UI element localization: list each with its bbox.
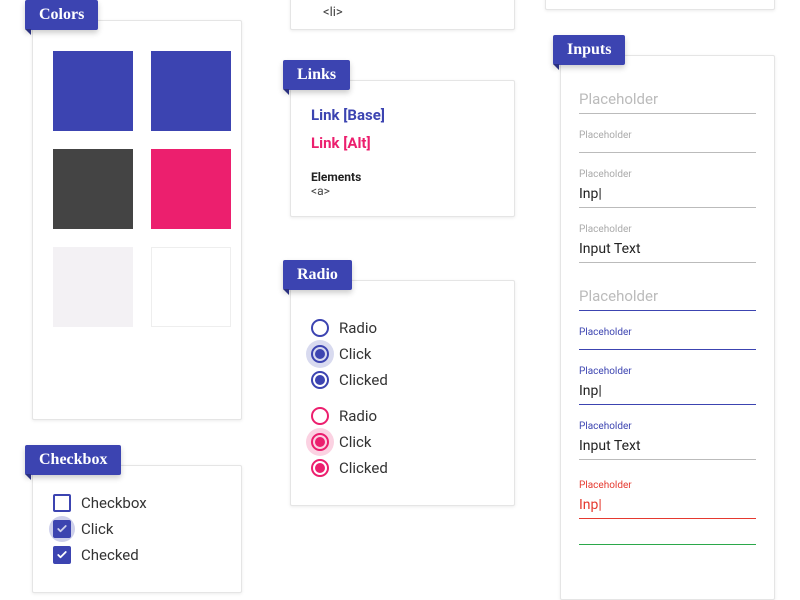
radio-circle-icon [311,345,329,363]
radio-label: Radio [339,407,377,425]
input-field[interactable]: Placeholder Inp| [579,169,756,208]
checkbox-item[interactable]: Checkbox [53,494,221,512]
radio-circle-icon [311,459,329,477]
radio-panel: Radio Click Clicked Radio Click Clicked [290,280,515,506]
color-swatch [151,247,231,327]
input-empty [579,340,756,350]
checkbox-panel: Checkbox Click Checked [32,465,242,593]
input-value: Inp| [579,182,756,208]
input-empty [579,143,756,153]
input-floating-label: Placeholder [579,130,756,141]
colors-panel [32,20,242,420]
checkbox-label: Checkbox [81,494,147,512]
radio-dot-icon [315,375,325,385]
input-field[interactable]: Placeholder Input Text [579,421,756,460]
input-field[interactable]: Placeholder [579,130,756,153]
link-base[interactable]: Link [Base] [311,106,494,124]
radio-circle-icon [311,319,329,337]
list-elements-panel: <ol> <li> [290,0,515,30]
radio-label: Radio [339,319,377,337]
input-value: Inp| [579,379,756,405]
radio-item[interactable]: Clicked [311,459,494,477]
radio-circle-icon [311,433,329,451]
section-title-inputs: Inputs [553,35,625,65]
checkbox-item[interactable]: Click [53,520,221,538]
input-field[interactable]: Placeholder [579,283,756,311]
elements-heading: Elements [311,170,494,184]
input-field[interactable]: Placeholder Inp| [579,480,756,519]
radio-dot-icon [315,463,325,473]
radio-label: Clicked [339,459,388,477]
checkbox-box-icon [53,546,71,564]
input-floating-label: Placeholder [579,327,756,338]
radio-item[interactable]: Clicked [311,371,494,389]
radio-item[interactable]: Radio [311,407,494,425]
section-title-links: Links [283,60,350,90]
color-swatch [53,149,133,229]
radio-label: Click [339,433,372,451]
radio-label: Clicked [339,371,388,389]
color-swatch [53,51,133,131]
input-field[interactable]: Placeholder Input Text [579,224,756,263]
link-alt[interactable]: Link [Alt] [311,134,494,152]
radio-item[interactable]: Click [311,433,494,451]
input-field[interactable]: Placeholder [579,86,756,114]
section-title-radio: Radio [283,260,352,290]
elements-body: <a> [311,184,494,198]
color-swatch [151,51,231,131]
checkbox-label: Click [81,520,114,538]
input-value: Input Text [579,237,756,263]
color-swatch [151,149,231,229]
input-floating-label: Placeholder [579,169,756,180]
radio-item[interactable]: Radio [311,319,494,337]
input-field[interactable] [579,535,756,545]
checkbox-item[interactable]: Checked [53,546,221,564]
links-panel: Link [Base] Link [Alt] Elements <a> [290,80,515,217]
inputs-panel: Placeholder Placeholder Placeholder Inp|… [560,55,775,600]
input-value: Input Text [579,434,756,460]
radio-circle-icon [311,407,329,425]
input-floating-label: Placeholder [579,366,756,377]
input-floating-label: Placeholder [579,224,756,235]
code-li: <li> [323,4,494,22]
panel-stub [545,0,775,10]
input-floating-label: Placeholder [579,480,756,491]
checkbox-label: Checked [81,546,139,564]
input-placeholder: Placeholder [579,283,756,311]
radio-dot-icon [315,437,325,447]
radio-dot-icon [315,349,325,359]
input-value: Inp| [579,493,756,519]
input-floating-label: Placeholder [579,421,756,432]
radio-label: Click [339,345,372,363]
radio-circle-icon [311,371,329,389]
input-field[interactable]: Placeholder [579,327,756,350]
input-field[interactable]: Placeholder Inp| [579,366,756,405]
checkbox-box-icon [53,494,71,512]
checkbox-box-icon [53,520,71,538]
section-title-colors: Colors [25,0,98,30]
section-title-checkbox: Checkbox [25,445,121,475]
input-empty [579,535,756,545]
input-placeholder: Placeholder [579,86,756,114]
color-swatch [53,247,133,327]
radio-item[interactable]: Click [311,345,494,363]
